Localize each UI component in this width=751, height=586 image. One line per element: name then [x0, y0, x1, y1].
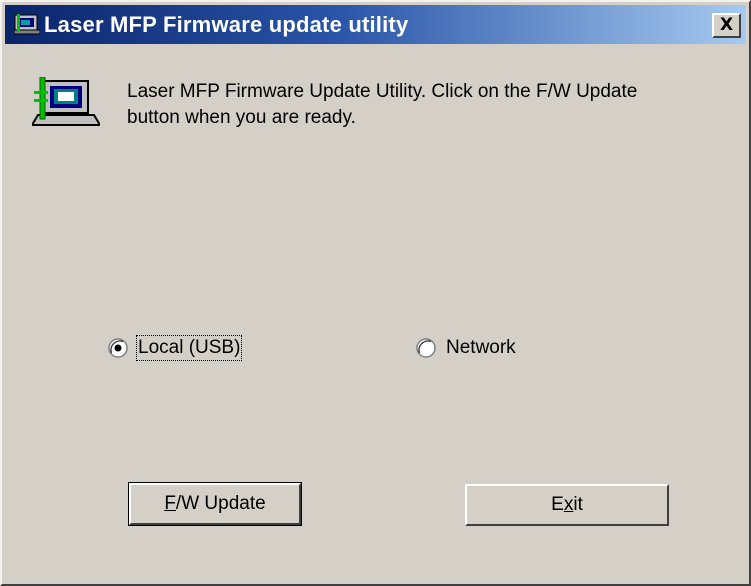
fw-update-label: F/W Update — [164, 493, 266, 514]
title-bar[interactable]: Laser MFP Firmware update utility X — [5, 5, 746, 44]
radio-unselected-icon[interactable] — [416, 338, 436, 358]
close-button[interactable]: X — [712, 13, 741, 38]
computer-firmware-icon — [14, 14, 40, 35]
instruction-message: Laser MFP Firmware Update Utility. Click… — [127, 81, 638, 128]
exit-label: Exit — [551, 494, 583, 515]
close-icon: X — [719, 15, 734, 35]
radio-local-usb[interactable]: Local (USB) — [108, 335, 243, 361]
radio-selected-icon[interactable] — [108, 338, 128, 358]
exit-button[interactable]: Exit — [465, 484, 669, 526]
radio-local-usb-label[interactable]: Local (USB) — [135, 335, 243, 361]
computer-firmware-icon — [32, 77, 100, 126]
firmware-update-dialog: Laser MFP Firmware update utility X Lase… — [0, 0, 751, 586]
window-title: Laser MFP Firmware update utility — [44, 12, 409, 37]
radio-network[interactable]: Network — [416, 337, 516, 359]
radio-network-label[interactable]: Network — [446, 337, 516, 359]
fw-update-button[interactable]: F/W Update — [128, 482, 302, 526]
